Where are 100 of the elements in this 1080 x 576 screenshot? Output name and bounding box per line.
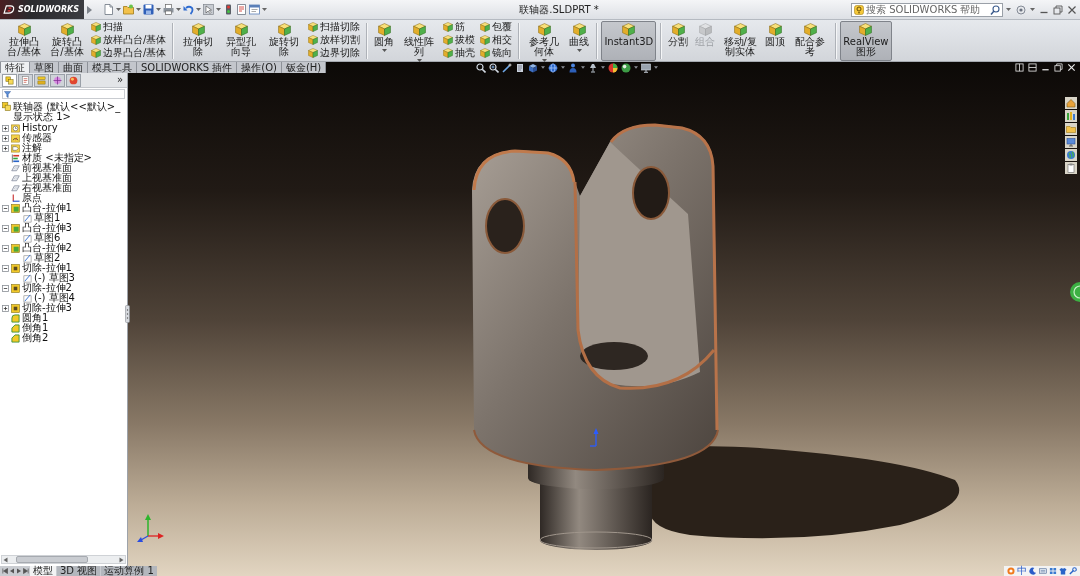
ribbon-tab[interactable]: 曲面 — [59, 62, 87, 73]
clipboard-icon[interactable] — [1065, 162, 1077, 174]
tree-item[interactable]: 切除-拉伸1 — [22, 263, 72, 273]
bottom-tab[interactable]: 模型 — [30, 566, 56, 576]
undo-arrow-icon[interactable] — [183, 4, 194, 15]
tree-item[interactable]: 草图1 — [34, 213, 61, 223]
help-icon[interactable] — [1016, 4, 1026, 15]
ribbon-button[interactable]: 曲线 — [566, 21, 593, 61]
sphere-icon[interactable] — [608, 62, 619, 73]
ribbon-button[interactable]: 圆角 — [371, 21, 398, 61]
caret-icon[interactable] — [561, 66, 566, 69]
ribbon-tab[interactable]: 钣金(H) — [281, 62, 326, 73]
tile-icon[interactable] — [1015, 63, 1024, 72]
tree-item[interactable]: 凸台-拉伸1 — [22, 203, 72, 213]
tree-item[interactable]: 切除-拉伸3 — [22, 303, 72, 313]
ribbon-tab[interactable]: 操作(O) — [237, 62, 281, 73]
ribbon-button[interactable]: 拉伸切除 — [177, 21, 220, 61]
expand-toggle-icon[interactable] — [2, 124, 9, 132]
moon-icon[interactable] — [1029, 567, 1037, 575]
ribbon-button[interactable]: 镜向 — [478, 47, 515, 59]
arrow-last-icon[interactable] — [23, 568, 29, 574]
panel-tab[interactable] — [2, 73, 17, 87]
expand-toggle-icon[interactable] — [2, 304, 9, 312]
caret-icon[interactable] — [196, 8, 201, 11]
caret-icon[interactable] — [136, 8, 141, 11]
tree-item[interactable]: 联轴器 (默认<<默认>_显示状态 1> — [13, 102, 127, 122]
collapse-toggle-icon[interactable] — [2, 244, 9, 252]
collapse-toggle-icon[interactable] — [2, 284, 9, 292]
globe-icon[interactable] — [548, 62, 559, 73]
ribbon-button[interactable]: 旋转切除 — [263, 21, 306, 61]
close-icon[interactable] — [1067, 4, 1077, 15]
ribbon-button[interactable]: RealView 图形 — [840, 21, 892, 61]
pointer-icon[interactable] — [203, 4, 214, 15]
floating-ball-icon[interactable] — [1070, 282, 1080, 302]
ribbon-button[interactable]: 放样切割 — [306, 34, 363, 46]
ribbon-button[interactable]: 扫描切除 — [306, 21, 363, 33]
ribbon-button[interactable]: 异型孔向导 — [220, 21, 263, 61]
ime-logo-icon[interactable] — [1007, 567, 1015, 575]
caret-icon[interactable] — [116, 8, 121, 11]
ribbon-button[interactable]: 筋 — [441, 21, 478, 33]
ribbon-button[interactable]: 分割 — [665, 21, 692, 61]
collapse-toggle-icon[interactable] — [2, 264, 9, 272]
ribbon-tab[interactable]: 草图 — [30, 62, 58, 73]
restore-icon[interactable] — [1054, 63, 1063, 72]
tree-item[interactable]: (-) 草图3 — [34, 273, 75, 283]
caret-icon[interactable] — [654, 66, 659, 69]
ribbon-button[interactable]: 包覆 — [478, 21, 515, 33]
collapse-toggle-icon[interactable] — [2, 204, 9, 212]
printer-icon[interactable] — [163, 4, 174, 15]
caret-icon[interactable] — [576, 49, 582, 52]
caret-icon[interactable] — [176, 8, 181, 11]
ribbon-button[interactable]: Instant3D — [601, 21, 657, 61]
expand-toggle-icon[interactable] — [2, 134, 9, 142]
page-icon[interactable] — [515, 62, 526, 73]
bottom-tab[interactable]: 3D 视图 — [57, 566, 101, 576]
search-field[interactable]: 搜索 SOLIDWORKS 帮助 — [851, 2, 1003, 17]
folder-icon[interactable] — [123, 4, 134, 15]
caret-icon[interactable] — [1006, 8, 1011, 11]
menu-arrow-icon[interactable] — [87, 5, 92, 14]
caret-icon[interactable] — [381, 49, 387, 52]
ribbon-tab[interactable]: SOLIDWORKS 插件 — [137, 62, 237, 73]
ribbon-button[interactable]: 参考几何体 — [523, 21, 566, 61]
caret-icon[interactable] — [601, 66, 606, 69]
tree-item[interactable]: History — [22, 123, 58, 133]
panel-tab[interactable] — [50, 73, 65, 87]
caret-icon[interactable] — [156, 8, 161, 11]
caret-icon[interactable] — [216, 8, 221, 11]
tree-item[interactable]: 倒角2 — [22, 333, 49, 343]
ribbon-button[interactable]: 配合参考 — [789, 21, 832, 61]
ribbon-button[interactable]: 边界凸台/基体 — [89, 47, 169, 59]
tree-item[interactable]: 凸台-拉伸3 — [22, 223, 72, 233]
magnifier-icon[interactable] — [476, 62, 487, 73]
arrow-right-icon[interactable] — [119, 556, 124, 563]
ribbon-button[interactable]: 扫描 — [89, 21, 169, 33]
grid-icon[interactable] — [1049, 567, 1057, 575]
horizontal-scrollbar[interactable] — [1, 555, 126, 564]
ribbon-button[interactable]: 放样凸台/基体 — [89, 34, 169, 46]
figure-icon[interactable] — [568, 62, 579, 73]
expand-arrows[interactable]: » — [116, 74, 125, 86]
tree-item[interactable]: 切除-拉伸2 — [22, 283, 72, 293]
ribbon-tab[interactable]: 模具工具 — [88, 62, 136, 73]
tree-item[interactable]: 注解 — [22, 143, 42, 153]
caret-icon[interactable] — [634, 66, 639, 69]
filter-field[interactable] — [2, 89, 125, 99]
magnifier-icon[interactable] — [489, 62, 500, 73]
document-icon[interactable] — [236, 4, 247, 15]
shirt-icon[interactable] — [1059, 567, 1067, 575]
ime-mode[interactable]: 中 — [1017, 566, 1027, 576]
panel-tab[interactable] — [18, 73, 33, 87]
lamp-icon[interactable] — [588, 62, 599, 73]
ribbon-button[interactable]: 拉伸凸台/基体 — [3, 21, 45, 61]
tree-item[interactable]: 草图2 — [34, 253, 61, 263]
tree-item[interactable]: 原点 — [22, 193, 42, 203]
books-icon[interactable] — [1065, 110, 1077, 122]
window-icon[interactable] — [249, 4, 260, 15]
ribbon-button[interactable]: 圆顶 — [762, 21, 789, 61]
tree-item[interactable]: 材质 <未指定> — [22, 153, 92, 163]
wrench-icon[interactable] — [1069, 567, 1077, 575]
ribbon-button[interactable]: 旋转凸台/基体 — [46, 21, 88, 61]
search-icon[interactable] — [990, 4, 1000, 15]
